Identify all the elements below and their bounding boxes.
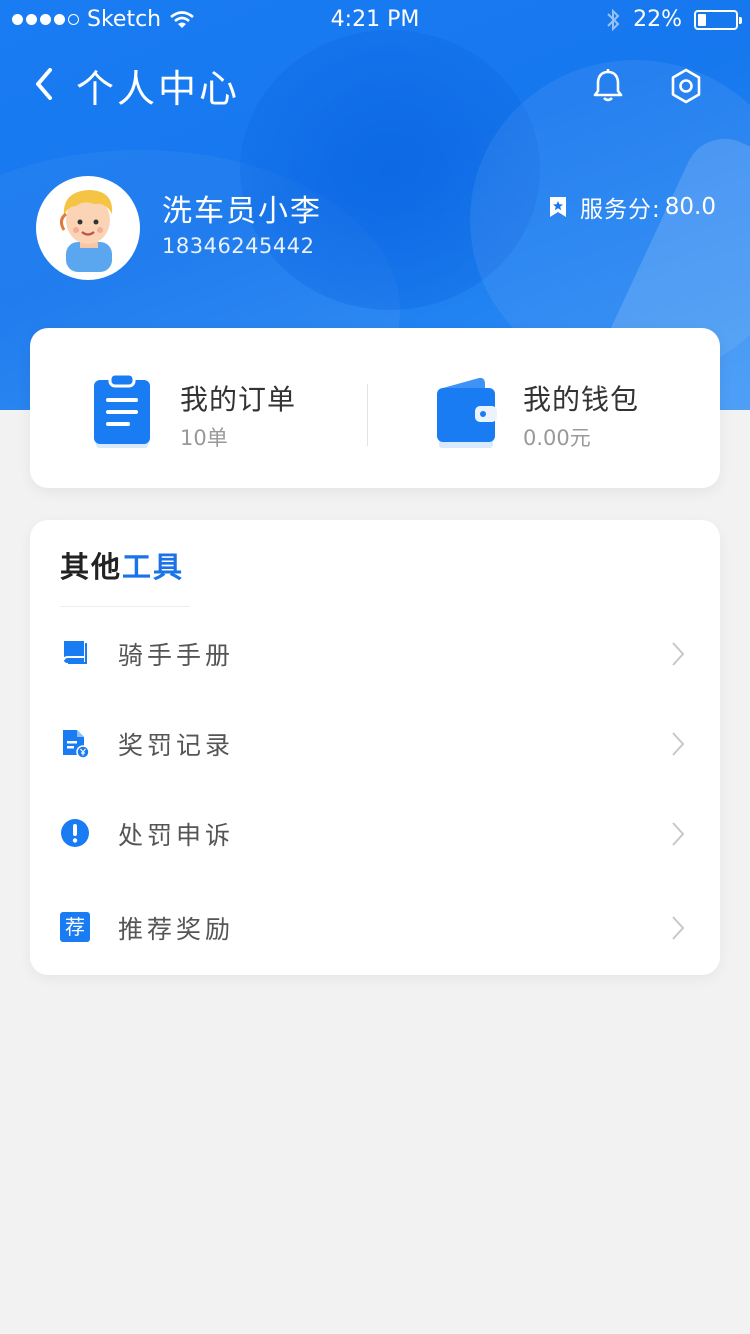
tool-item-label: 处罚申诉 <box>118 821 235 850</box>
avatar[interactable] <box>36 176 140 280</box>
my-wallet-button[interactable]: 我的钱包 0.00元 <box>375 328 715 488</box>
exclamation-icon <box>61 819 89 847</box>
battery-percent: 22% <box>633 7 682 32</box>
tool-item-label: 推荐奖励 <box>118 915 235 944</box>
chevron-right-icon <box>672 822 685 846</box>
tools-section-title: 其他工具 <box>60 544 184 586</box>
status-right: 22% <box>605 7 742 32</box>
chevron-right-icon <box>672 916 685 940</box>
nav-bar: 个人中心 <box>0 48 750 120</box>
divider <box>367 384 368 446</box>
tool-item-referral-reward[interactable]: 荐 推荐奖励 <box>30 890 720 970</box>
my-wallet-label: 我的钱包 <box>523 383 640 416</box>
my-wallet-balance: 0.00元 <box>523 426 591 450</box>
page-title: 个人中心 <box>76 67 241 111</box>
status-bar: Sketch 4:21 PM 22% <box>0 0 750 40</box>
wallet-icon <box>437 377 497 448</box>
tool-item-penalty-appeal[interactable]: 处罚申诉 <box>30 796 720 876</box>
document-yen-icon <box>63 730 90 758</box>
tool-item-label: 奖罚记录 <box>118 731 235 760</box>
my-orders-label: 我的订单 <box>180 383 297 416</box>
tool-item-reward-record[interactable]: 奖罚记录 <box>30 706 720 786</box>
battery-icon <box>694 9 742 30</box>
bluetooth-icon <box>607 8 620 31</box>
user-phone: 18346245442 <box>162 234 315 258</box>
chevron-right-icon <box>672 642 685 666</box>
avatar-illustration <box>59 190 113 272</box>
service-score: 服务分: 80.0 <box>548 190 716 224</box>
tool-item-rider-manual[interactable]: 骑手手册 <box>30 616 720 696</box>
recommend-icon-text: 荐 <box>65 915 85 939</box>
clipboard-icon <box>94 372 150 448</box>
my-orders-count: 10单 <box>180 426 228 450</box>
divider <box>60 606 190 607</box>
profile-section: 洗车员小李 18346245442 服务分: 80.0 <box>36 176 716 286</box>
recommend-icon: 荐 <box>60 912 90 942</box>
chevron-right-icon <box>672 732 685 756</box>
my-orders-button[interactable]: 我的订单 10单 <box>30 328 370 488</box>
tools-title-part1: 其他 <box>60 550 123 584</box>
user-name: 洗车员小李 <box>162 194 322 229</box>
tools-title-part2: 工具 <box>122 550 185 584</box>
bookmark-icon <box>550 197 567 217</box>
tools-card: 其他工具 骑手手册 奖罚记录 处罚申诉 荐 推荐奖励 <box>30 520 720 975</box>
bell-icon[interactable] <box>588 66 628 106</box>
stats-card: 我的订单 10单 我的钱包 0.00元 <box>30 328 720 488</box>
score-label: 服务分: <box>580 197 661 223</box>
battery-fill <box>698 13 706 26</box>
gear-icon[interactable] <box>666 66 706 106</box>
chevron-left-icon[interactable] <box>28 62 68 106</box>
tool-item-label: 骑手手册 <box>118 641 235 670</box>
score-value: 80.0 <box>664 194 716 220</box>
book-icon <box>63 641 87 664</box>
